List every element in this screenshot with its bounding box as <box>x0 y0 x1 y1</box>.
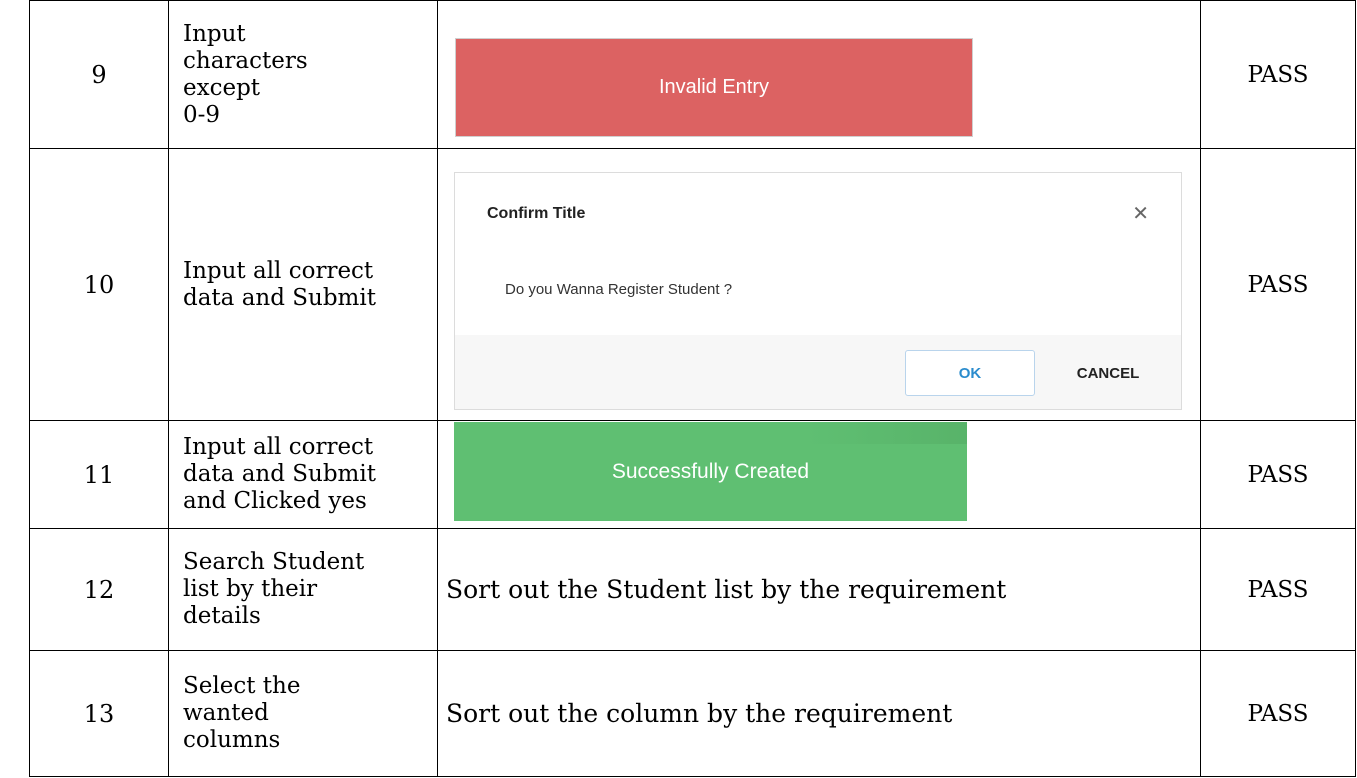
status-text: PASS <box>1247 271 1309 298</box>
test-number: 10 <box>29 148 168 420</box>
test-description-text: Select the wanted columns <box>183 673 301 753</box>
test-status: PASS <box>1200 148 1356 420</box>
test-description-text: Input characters except 0-9 <box>183 20 308 128</box>
test-description: Select the wanted columns <box>168 650 437 777</box>
test-status: PASS <box>1200 528 1356 650</box>
table-row: 13 Select the wanted columns Sort out th… <box>0 650 1356 777</box>
test-case-table: 9 Input characters except 0-9 PASS 10 In… <box>0 0 1356 778</box>
test-number-text: 10 <box>83 270 115 299</box>
test-status: PASS <box>1200 650 1356 777</box>
test-number: 11 <box>29 420 168 528</box>
dialog-title: Confirm Title <box>487 205 586 222</box>
test-status: PASS <box>1200 420 1356 528</box>
test-description-text: Input all correct data and Submit and Cl… <box>183 434 376 514</box>
test-description-text: Input all correct data and Submit <box>183 257 376 311</box>
dialog-body: Do you Wanna Register Student ? <box>455 251 1181 336</box>
cancel-button[interactable]: CANCEL <box>1053 350 1163 396</box>
table-row: 12 Search Student list by their details … <box>0 528 1356 650</box>
test-description-text: Search Student list by their details <box>183 549 365 629</box>
test-number-text: 12 <box>83 575 115 604</box>
banner-shade <box>807 422 967 444</box>
dialog-footer: OK CANCEL <box>455 335 1181 409</box>
test-description: Input all correct data and Submit and Cl… <box>168 420 437 528</box>
test-number: 12 <box>29 528 168 650</box>
test-description: Input characters except 0-9 <box>168 0 437 148</box>
success-text: Successfully Created <box>611 459 810 483</box>
invalid-entry-banner: Invalid Entry <box>455 38 973 137</box>
expected-result: Sort out the Student list by the require… <box>437 528 1200 650</box>
status-text: PASS <box>1247 61 1309 88</box>
expected-result: Sort out the column by the requirement <box>437 650 1200 777</box>
invalid-entry-text: Invalid Entry <box>658 76 770 98</box>
close-icon[interactable]: ✕ <box>1132 201 1149 226</box>
test-description: Input all correct data and Submit <box>168 148 437 420</box>
test-number-text: 11 <box>83 460 115 489</box>
test-status: PASS <box>1200 0 1356 148</box>
test-number-text: 9 <box>91 60 107 89</box>
test-number-text: 13 <box>83 699 115 728</box>
success-banner: Successfully Created <box>454 422 967 521</box>
dialog-message: Do you Wanna Register Student ? <box>505 281 733 298</box>
expected-text: Sort out the column by the requirement <box>446 699 953 728</box>
confirm-dialog: Confirm Title ✕ Do you Wanna Register St… <box>454 172 1182 410</box>
status-text: PASS <box>1247 576 1309 603</box>
status-text: PASS <box>1247 700 1309 727</box>
ok-button[interactable]: OK <box>905 350 1035 396</box>
test-description: Search Student list by their details <box>168 528 437 650</box>
status-text: PASS <box>1247 461 1309 488</box>
dialog-header: Confirm Title ✕ <box>455 173 1181 252</box>
test-number: 9 <box>29 0 168 148</box>
expected-text: Sort out the Student list by the require… <box>446 575 1007 604</box>
test-number: 13 <box>29 650 168 777</box>
